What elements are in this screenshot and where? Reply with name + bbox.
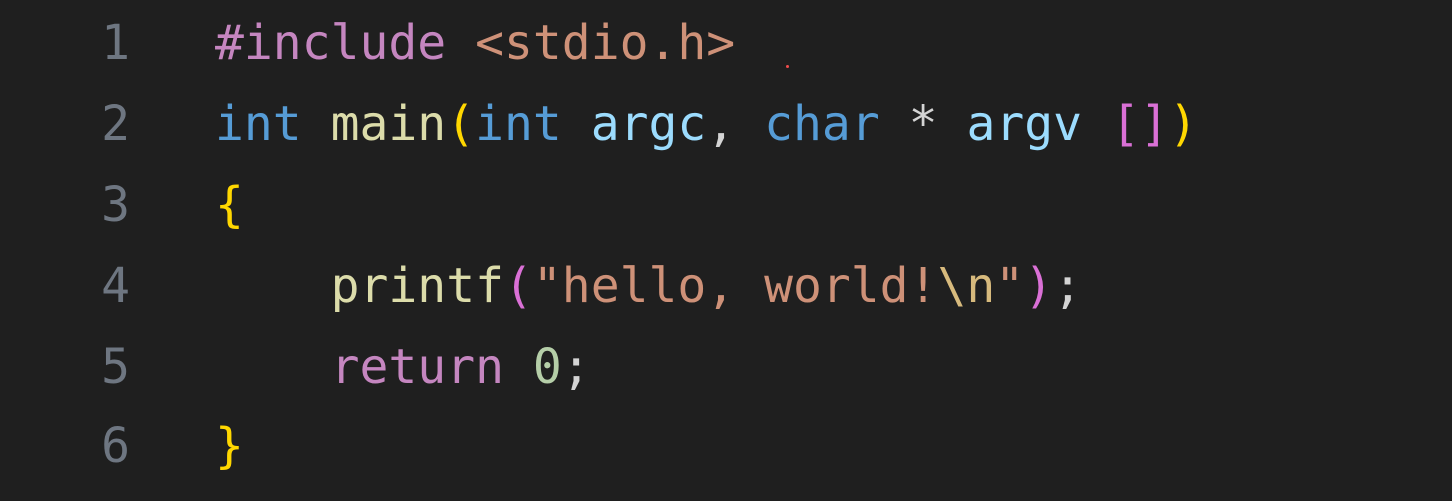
code-editor[interactable]: 1 2 3 4 5 6 #include <stdio.h> int main(… [0, 0, 1452, 501]
preprocessor-directive: #include [215, 15, 447, 71]
open-paren: ( [446, 96, 476, 152]
pointer-operator: * [908, 96, 938, 152]
parameter-name: argc [590, 96, 707, 152]
semicolon: ; [561, 339, 591, 395]
code-line[interactable]: } [215, 405, 244, 487]
code-line[interactable]: printf("hello, world!\n"); [215, 245, 1082, 327]
line-number: 5 [101, 339, 130, 395]
comma: , [706, 96, 736, 152]
line-number: 3 [101, 177, 130, 233]
code-text-area[interactable]: #include <stdio.h> int main(int argc, ch… [215, 0, 1435, 501]
type-keyword: int [475, 96, 562, 152]
code-line[interactable]: return 0; [215, 326, 591, 408]
array-brackets: [] [1110, 96, 1169, 152]
string-literal-end: " [995, 258, 1025, 314]
escape-sequence: \n [937, 258, 996, 314]
indentation [215, 339, 331, 395]
code-line[interactable]: #include <stdio.h> [215, 2, 735, 84]
return-keyword: return [330, 339, 504, 395]
close-paren: ) [1024, 258, 1054, 314]
code-line[interactable]: int main(int argc, char * argv []) [215, 83, 1198, 165]
line-number: 2 [101, 96, 130, 152]
line-number-gutter: 1 2 3 4 5 6 [0, 0, 190, 501]
open-brace: { [215, 177, 244, 233]
indentation [215, 258, 331, 314]
line-number: 6 [101, 418, 130, 474]
open-paren: ( [503, 258, 533, 314]
close-brace: } [215, 418, 244, 474]
semicolon: ; [1053, 258, 1082, 314]
include-path: <stdio.h> [475, 15, 736, 71]
close-paren: ) [1168, 96, 1198, 152]
line-number: 4 [101, 258, 130, 314]
number-literal: 0 [532, 339, 562, 395]
code-line[interactable]: { [215, 164, 244, 246]
line-number: 1 [101, 15, 130, 71]
type-keyword: char [764, 96, 880, 152]
parameter-name: argv [966, 96, 1083, 152]
function-call: printf [330, 258, 504, 314]
function-name: main [330, 96, 447, 152]
type-keyword: int [215, 96, 302, 152]
error-marker-dot [786, 65, 789, 68]
string-literal: "hello, world! [532, 258, 938, 314]
